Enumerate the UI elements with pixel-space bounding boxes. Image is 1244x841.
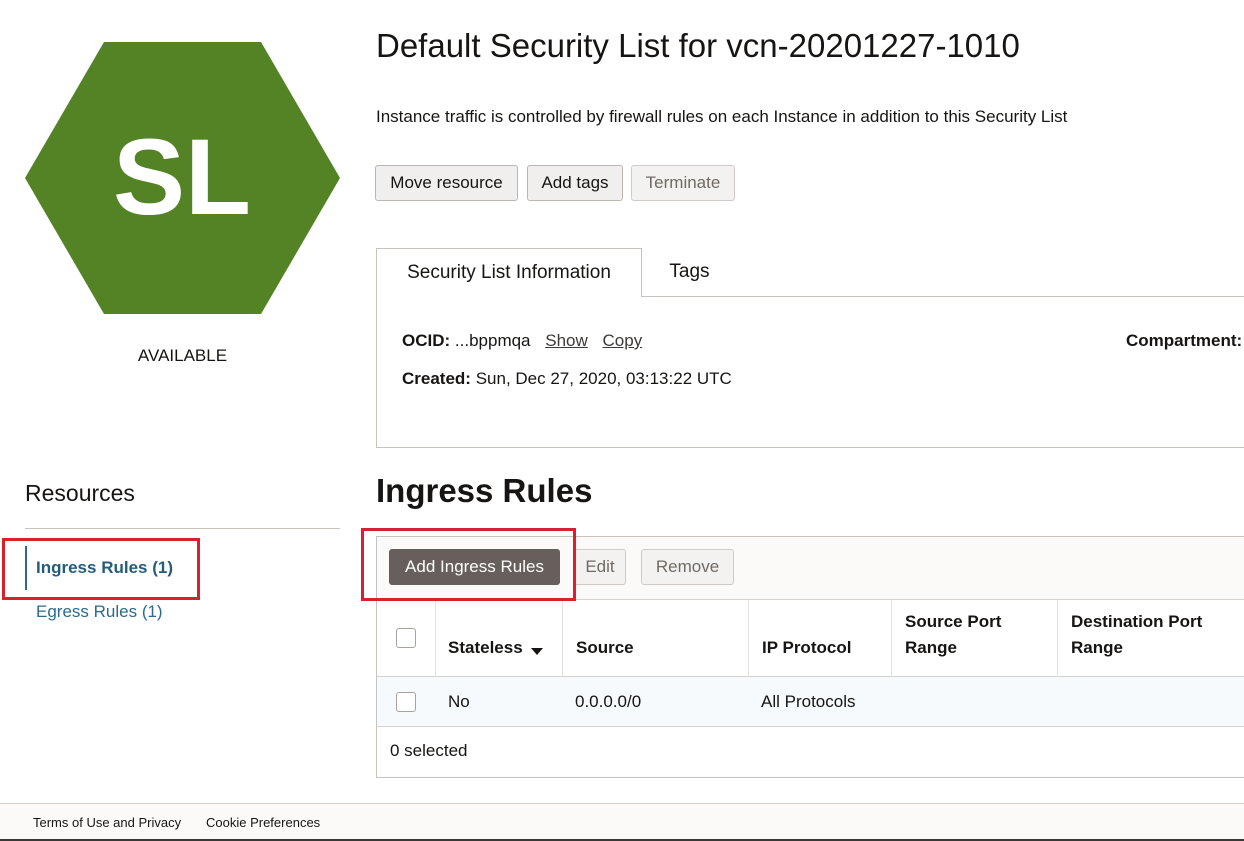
compartment-row: Compartment: bbox=[1126, 331, 1242, 351]
selected-count: 0 selected bbox=[390, 741, 468, 760]
column-source-label: Source bbox=[576, 638, 634, 657]
highlight-box-sidebar bbox=[2, 538, 200, 600]
ocid-show-link[interactable]: Show bbox=[545, 331, 588, 350]
ocid-row: OCID: ...bppmqa Show Copy bbox=[402, 331, 642, 351]
terminate-button[interactable]: Terminate bbox=[631, 165, 735, 201]
column-destination-port-range-label: Destination Port Range bbox=[1071, 609, 1202, 661]
page-description: Instance traffic is controlled by firewa… bbox=[376, 107, 1068, 126]
resources-heading: Resources bbox=[25, 480, 135, 506]
detail-tabs: Security List Information Tags bbox=[376, 248, 1244, 297]
column-source-port-range-label: Source Port Range bbox=[905, 609, 1001, 661]
remove-button[interactable]: Remove bbox=[641, 549, 734, 585]
add-tags-button[interactable]: Add tags bbox=[527, 165, 623, 201]
select-all-checkbox[interactable] bbox=[396, 628, 416, 648]
resource-hexagon-icon: SL bbox=[25, 42, 340, 314]
column-stateless-label: Stateless bbox=[448, 638, 523, 657]
hexagon-svg: SL bbox=[25, 42, 340, 314]
column-destination-port-label-1: Destination Port bbox=[1071, 612, 1203, 631]
page-title: Default Security List for vcn-20201227-1… bbox=[376, 27, 1020, 64]
tab-security-list-information[interactable]: Security List Information bbox=[376, 248, 642, 297]
resources-divider bbox=[25, 528, 340, 529]
page-footer: Terms of Use and Privacy Cookie Preferen… bbox=[0, 803, 1244, 841]
info-panel: OCID: ...bppmqa Show Copy Compartment: C… bbox=[376, 296, 1244, 448]
column-ip-protocol: IP Protocol bbox=[749, 600, 892, 677]
column-source-port-label-1: Source Port bbox=[905, 612, 1002, 631]
cookie-preferences-link[interactable]: Cookie Preferences bbox=[206, 815, 320, 830]
table-row: No 0.0.0.0/0 All Protocols bbox=[377, 677, 1244, 727]
column-ip-protocol-label: IP Protocol bbox=[762, 638, 852, 657]
ocid-value: ...bppmqa bbox=[454, 331, 531, 350]
created-label: Created: bbox=[402, 369, 471, 388]
header-select-cell bbox=[377, 600, 436, 677]
column-source-port-range: Source Port Range bbox=[892, 600, 1058, 677]
row-select-checkbox[interactable] bbox=[396, 692, 416, 712]
sort-caret-icon bbox=[530, 648, 543, 655]
column-destination-port-label-2: Range bbox=[1071, 638, 1123, 657]
table-header: Stateless Source IP Protocol Source Port… bbox=[377, 600, 1244, 677]
sidebar-item-egress-rules[interactable]: Egress Rules (1) bbox=[36, 602, 163, 622]
column-destination-port-range: Destination Port Range bbox=[1058, 600, 1244, 677]
cell-ip-protocol: All Protocols bbox=[761, 692, 856, 711]
compartment-label: Compartment: bbox=[1126, 331, 1243, 350]
column-source: Source bbox=[563, 600, 749, 677]
highlight-box-add-button bbox=[361, 528, 576, 601]
move-resource-button[interactable]: Move resource bbox=[375, 165, 518, 201]
tab-tags[interactable]: Tags bbox=[642, 248, 737, 296]
column-stateless[interactable]: Stateless bbox=[436, 600, 563, 677]
cell-stateless: No bbox=[448, 692, 470, 711]
created-value: Sun, Dec 27, 2020, 03:13:22 UTC bbox=[475, 369, 732, 388]
ocid-label: OCID: bbox=[402, 331, 451, 350]
hexagon-label: SL bbox=[113, 116, 251, 237]
status-label: AVAILABLE bbox=[137, 346, 228, 365]
ocid-copy-link[interactable]: Copy bbox=[603, 331, 643, 350]
column-source-port-label-2: Range bbox=[905, 638, 957, 657]
created-row: Created: Sun, Dec 27, 2020, 03:13:22 UTC bbox=[402, 369, 732, 389]
ingress-rules-heading: Ingress Rules bbox=[376, 472, 593, 509]
edit-button[interactable]: Edit bbox=[574, 549, 626, 585]
cell-source: 0.0.0.0/0 bbox=[575, 692, 642, 711]
terms-link[interactable]: Terms of Use and Privacy bbox=[33, 815, 181, 830]
